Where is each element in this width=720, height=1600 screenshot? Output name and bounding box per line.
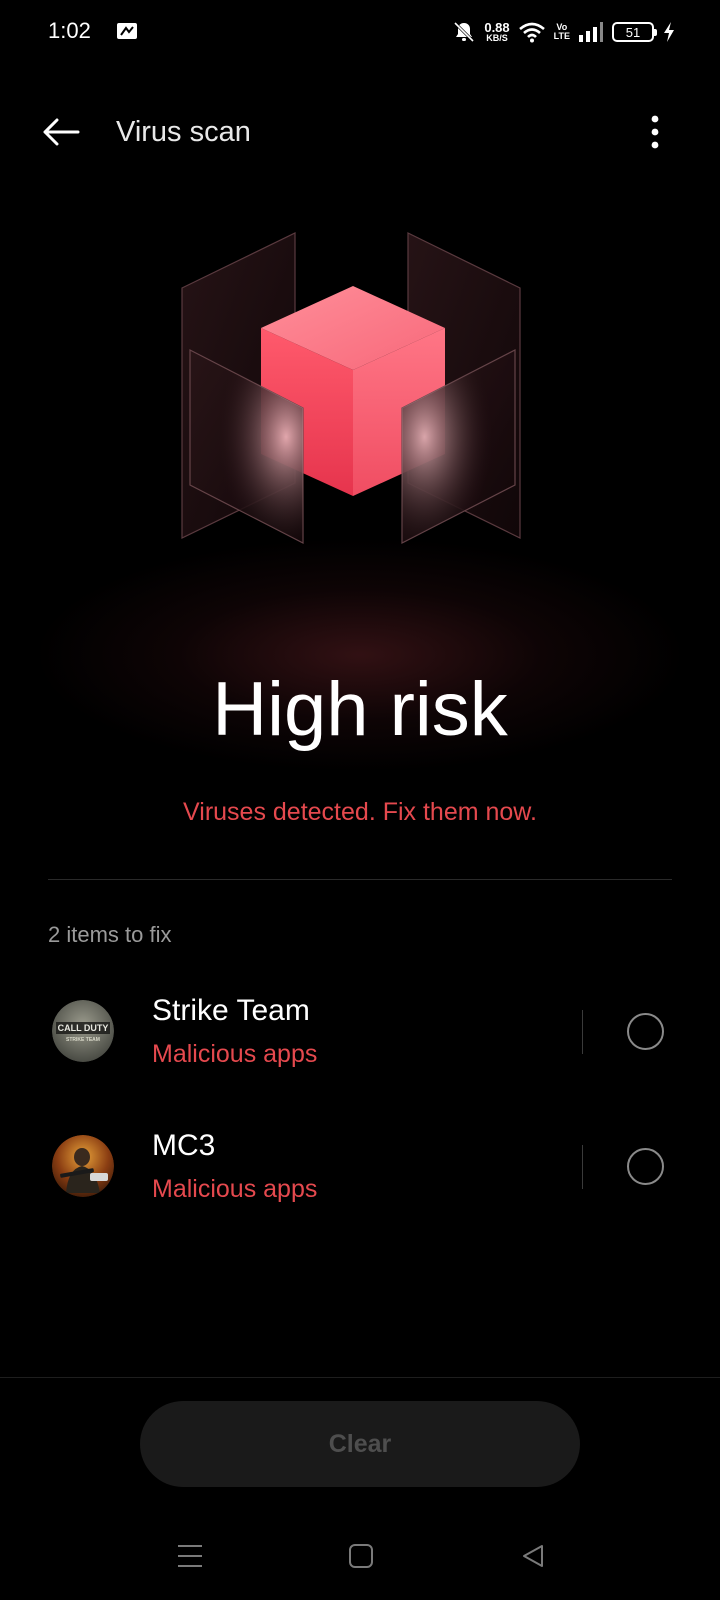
back-button[interactable] [36,110,86,154]
strike-team-icon-label: CALL DUTY [58,1023,109,1033]
clear-button[interactable]: Clear [140,1401,580,1487]
select-radio[interactable] [627,1148,664,1185]
network-speed-unit: KB/S [486,33,508,43]
recents-button[interactable] [170,1536,210,1576]
item-separator [582,1010,583,1054]
select-radio[interactable] [627,1013,664,1050]
volte-bottom: LTE [553,31,570,41]
app-name: MC3 [152,1129,216,1162]
section-divider [48,879,672,880]
risk-message: Viruses detected. Fix them now. [183,798,537,826]
volte-indicator: Vo LTE [554,23,570,41]
back-nav-button[interactable] [513,1536,553,1576]
triangle-back-icon [523,1545,543,1567]
notification-app-icon [117,23,137,39]
more-vertical-icon [651,115,659,149]
battery-indicator: 51 [612,22,657,42]
status-icons: 0.88 KB/S Vo LTE 51 [452,16,676,48]
risk-cube-illustration [181,232,521,544]
items-count-label: 2 items to fix [48,922,172,947]
threat-list-item[interactable]: CALL DUTY STRIKE TEAM Strike Team Malici… [0,976,720,1086]
risk-level-title: High risk [212,667,508,752]
strike-team-icon-sub: STRIKE TEAM [66,1037,100,1043]
charging-icon [664,22,674,42]
battery-level: 51 [625,24,641,40]
threat-category: Malicious apps [152,1040,318,1068]
system-nav-bar [0,1520,720,1592]
menu-icon [178,1545,202,1567]
item-separator [582,1145,583,1189]
status-time: 1:02 [48,18,91,43]
threat-category: Malicious apps [152,1175,318,1203]
home-button[interactable] [341,1536,381,1576]
page-title: Virus scan [116,116,251,148]
bell-off-icon [454,21,475,43]
bottom-divider [0,1377,720,1378]
wifi-icon [518,22,545,43]
mc3-app-icon [52,1135,114,1197]
status-bar: 1:02 0.88 KB/S Vo LTE 51 [0,0,720,64]
square-icon [349,1544,373,1568]
signal-icon [579,22,603,42]
app-header: Virus scan [0,96,720,168]
more-options-button[interactable] [640,110,670,154]
strike-team-app-icon: CALL DUTY STRIKE TEAM [52,1000,114,1062]
threat-list-item[interactable]: MC3 Malicious apps [0,1111,720,1221]
back-arrow-icon [43,118,80,146]
app-name: Strike Team [152,994,310,1027]
network-speed: 0.88 KB/S [484,21,509,43]
